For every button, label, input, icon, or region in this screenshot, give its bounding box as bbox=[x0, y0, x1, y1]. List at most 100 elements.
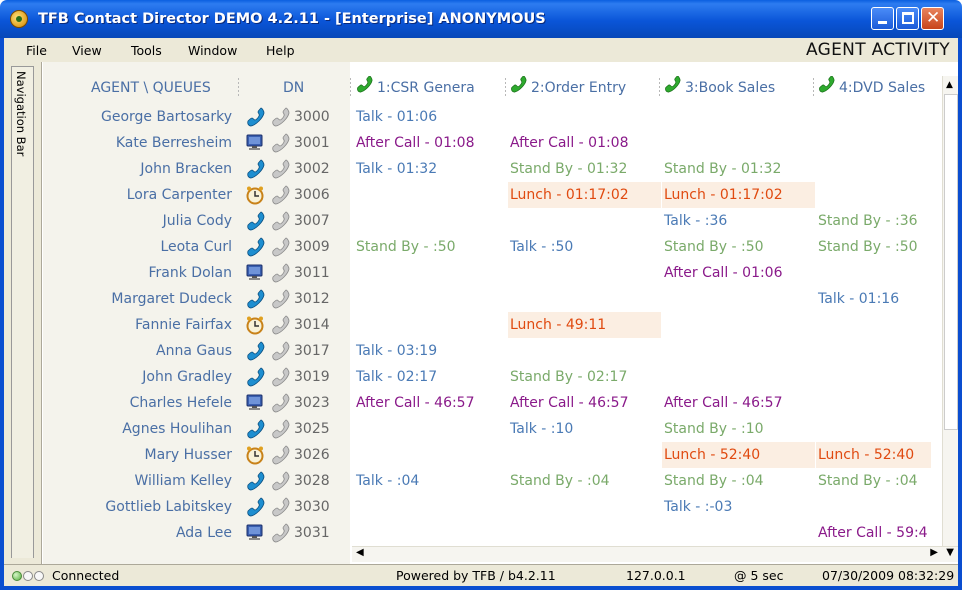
status-cell[interactable]: After Call - 01:08 bbox=[508, 130, 661, 156]
status-cell[interactable]: Stand By - :04 bbox=[508, 468, 661, 494]
status-cell[interactable]: Stand By - 02:17 bbox=[508, 364, 661, 390]
status-cell[interactable]: After Call - 46:57 bbox=[662, 390, 815, 416]
table-row[interactable]: Leota Curl 3009 Stand By - :50 Talk - :50 St… bbox=[43, 234, 958, 260]
table-row[interactable]: Lora Carpenter 3006 Lunch - 01:17:02 Lunch … bbox=[43, 182, 958, 208]
vertical-scrollbar[interactable]: ▲ bbox=[942, 76, 958, 546]
dn-number: 3012 bbox=[294, 291, 330, 307]
table-row[interactable]: Mary Husser 3026 Lunch - 52:40 Lunch - 52:4… bbox=[43, 442, 958, 468]
phone-gray-icon bbox=[270, 419, 290, 439]
phone-gray-icon bbox=[270, 289, 290, 309]
table-row[interactable]: Fannie Fairfax 3014 Lunch - 49:11 bbox=[43, 312, 958, 338]
status-cell[interactable]: Lunch - 52:40 bbox=[662, 442, 815, 468]
menu-help[interactable]: Help bbox=[266, 43, 295, 58]
status-cell[interactable]: Stand By - :50 bbox=[662, 234, 815, 260]
queue-header-2[interactable]: 2:Order Entry bbox=[509, 76, 659, 100]
status-cell[interactable]: Talk - :10 bbox=[508, 416, 661, 442]
status-cell[interactable]: Lunch - 49:11 bbox=[508, 312, 661, 338]
navigation-bar-tab[interactable]: Navigation Bar bbox=[11, 66, 34, 558]
table-row[interactable]: John Gradley 3019 Talk - 02:17 Stand By - 0… bbox=[43, 364, 958, 390]
scroll-left-arrow[interactable]: ◀ bbox=[356, 547, 364, 558]
table-row[interactable]: Frank Dolan 3011 After Call - 01:06 bbox=[43, 260, 958, 286]
agent-name[interactable]: Leota Curl bbox=[160, 234, 232, 260]
agent-name[interactable]: Frank Dolan bbox=[149, 260, 233, 286]
status-cell[interactable]: Talk - :36 bbox=[662, 208, 815, 234]
scroll-up-arrow[interactable]: ▲ bbox=[946, 80, 953, 90]
table-row[interactable]: Ada Lee 3031 After Call - 59:4 bbox=[43, 520, 958, 546]
status-cell[interactable]: Talk - :-03 bbox=[662, 494, 815, 520]
minimize-button[interactable] bbox=[871, 7, 894, 30]
status-cell[interactable]: After Call - 46:57 bbox=[508, 390, 661, 416]
status-cell[interactable]: Stand By - :10 bbox=[662, 416, 815, 442]
agent-name[interactable]: Charles Hefele bbox=[130, 390, 232, 416]
close-button[interactable]: ✕ bbox=[921, 7, 944, 30]
status-cell[interactable]: Talk - 01:32 bbox=[354, 156, 507, 182]
agent-name[interactable]: Gottlieb Labitskey bbox=[105, 494, 232, 520]
agent-activity-grid: AGENT \ QUEUES DN 1:CSR Genera 2:Order E… bbox=[43, 62, 958, 564]
horizontal-scrollbar[interactable]: ◀ ▶ ▼ bbox=[352, 546, 958, 562]
dn-header[interactable]: DN bbox=[283, 76, 304, 100]
dn-number: 3007 bbox=[294, 213, 330, 229]
agent-name[interactable]: Mary Husser bbox=[144, 442, 232, 468]
maximize-button[interactable] bbox=[896, 7, 919, 30]
status-cell[interactable]: Lunch - 01:17:02 bbox=[662, 182, 815, 208]
table-row[interactable]: Margaret Dudeck 3012 Talk - 01:16 bbox=[43, 286, 958, 312]
status-cell[interactable]: Talk - 03:19 bbox=[354, 338, 507, 364]
status-cell[interactable]: Talk - :04 bbox=[354, 468, 507, 494]
agent-name[interactable]: William Kelley bbox=[134, 468, 232, 494]
table-row[interactable]: Gottlieb Labitskey 3030 Talk - :-03 bbox=[43, 494, 958, 520]
agent-queues-header[interactable]: AGENT \ QUEUES bbox=[91, 76, 211, 100]
dn-number: 3006 bbox=[294, 187, 330, 203]
table-row[interactable]: William Kelley 3028 Talk - :04 Stand By - :… bbox=[43, 468, 958, 494]
table-row[interactable]: Kate Berresheim 3001 After Call - 01:08 Aft… bbox=[43, 130, 958, 156]
menu-window[interactable]: Window bbox=[188, 43, 237, 58]
status-cell[interactable]: Stand By - :04 bbox=[662, 468, 815, 494]
status-cell[interactable]: Talk - 01:06 bbox=[354, 104, 507, 130]
agent-name[interactable]: Julia Cody bbox=[163, 208, 232, 234]
agent-name[interactable]: George Bartosarky bbox=[101, 104, 232, 130]
app-icon[interactable] bbox=[8, 8, 30, 30]
agent-name[interactable]: Margaret Dudeck bbox=[111, 286, 232, 312]
status-cell[interactable]: After Call - 46:57 bbox=[354, 390, 507, 416]
queue-header-1[interactable]: 1:CSR Genera bbox=[355, 76, 505, 100]
alarm-clock-icon bbox=[245, 445, 265, 465]
status-cell[interactable]: Talk - 02:17 bbox=[354, 364, 507, 390]
status-cell[interactable]: Talk - :50 bbox=[508, 234, 661, 260]
status-cell[interactable]: Stand By - 01:32 bbox=[508, 156, 661, 182]
scroll-down-arrow[interactable]: ▼ bbox=[946, 547, 954, 558]
menu-view[interactable]: View bbox=[72, 43, 102, 58]
table-row[interactable]: Julia Cody 3007 Talk - :36 Stand By - :36 bbox=[43, 208, 958, 234]
table-row[interactable]: John Bracken 3002 Talk - 01:32 Stand By - 0… bbox=[43, 156, 958, 182]
status-cell[interactable]: Stand By - :36 bbox=[816, 208, 931, 234]
status-cell[interactable]: After Call - 59:4 bbox=[816, 520, 931, 546]
status-cell[interactable]: Talk - 01:16 bbox=[816, 286, 931, 312]
table-row[interactable]: George Bartosarky 3000 Talk - 01:06 bbox=[43, 104, 958, 130]
scroll-right-arrow[interactable]: ▶ bbox=[930, 547, 938, 558]
refresh-interval: @ 5 sec bbox=[734, 568, 784, 583]
queue-header-4[interactable]: 4:DVD Sales bbox=[817, 76, 943, 100]
status-cell[interactable]: Lunch - 01:17:02 bbox=[508, 182, 661, 208]
queue-header-3[interactable]: 3:Book Sales bbox=[663, 76, 813, 100]
dn-number: 3011 bbox=[294, 265, 330, 281]
agent-name[interactable]: John Bracken bbox=[140, 156, 232, 182]
agent-name[interactable]: Agnes Houlihan bbox=[122, 416, 232, 442]
agent-name[interactable]: Fannie Fairfax bbox=[135, 312, 232, 338]
menu-file[interactable]: File bbox=[26, 43, 47, 58]
status-cell[interactable]: After Call - 01:06 bbox=[662, 260, 815, 286]
table-row[interactable]: Anna Gaus 3017 Talk - 03:19 bbox=[43, 338, 958, 364]
vertical-scroll-thumb[interactable] bbox=[944, 94, 958, 430]
agent-name[interactable]: Kate Berresheim bbox=[116, 130, 232, 156]
phone-gray-icon bbox=[270, 237, 290, 257]
status-cell[interactable]: Stand By - 01:32 bbox=[662, 156, 815, 182]
table-row[interactable]: Agnes Houlihan 3025 Talk - :10 Stand By - :… bbox=[43, 416, 958, 442]
agent-name[interactable]: Anna Gaus bbox=[156, 338, 232, 364]
agent-name[interactable]: John Gradley bbox=[142, 364, 232, 390]
table-row[interactable]: Charles Hefele 3023 After Call - 46:57 Afte… bbox=[43, 390, 958, 416]
status-cell[interactable]: Stand By - :50 bbox=[354, 234, 507, 260]
status-cell[interactable]: Stand By - :04 bbox=[816, 468, 931, 494]
status-cell[interactable]: After Call - 01:08 bbox=[354, 130, 507, 156]
agent-name[interactable]: Lora Carpenter bbox=[127, 182, 232, 208]
status-cell[interactable]: Stand By - :50 bbox=[816, 234, 931, 260]
agent-name[interactable]: Ada Lee bbox=[176, 520, 232, 546]
status-cell[interactable]: Lunch - 52:40 bbox=[816, 442, 931, 468]
menu-tools[interactable]: Tools bbox=[131, 43, 162, 58]
